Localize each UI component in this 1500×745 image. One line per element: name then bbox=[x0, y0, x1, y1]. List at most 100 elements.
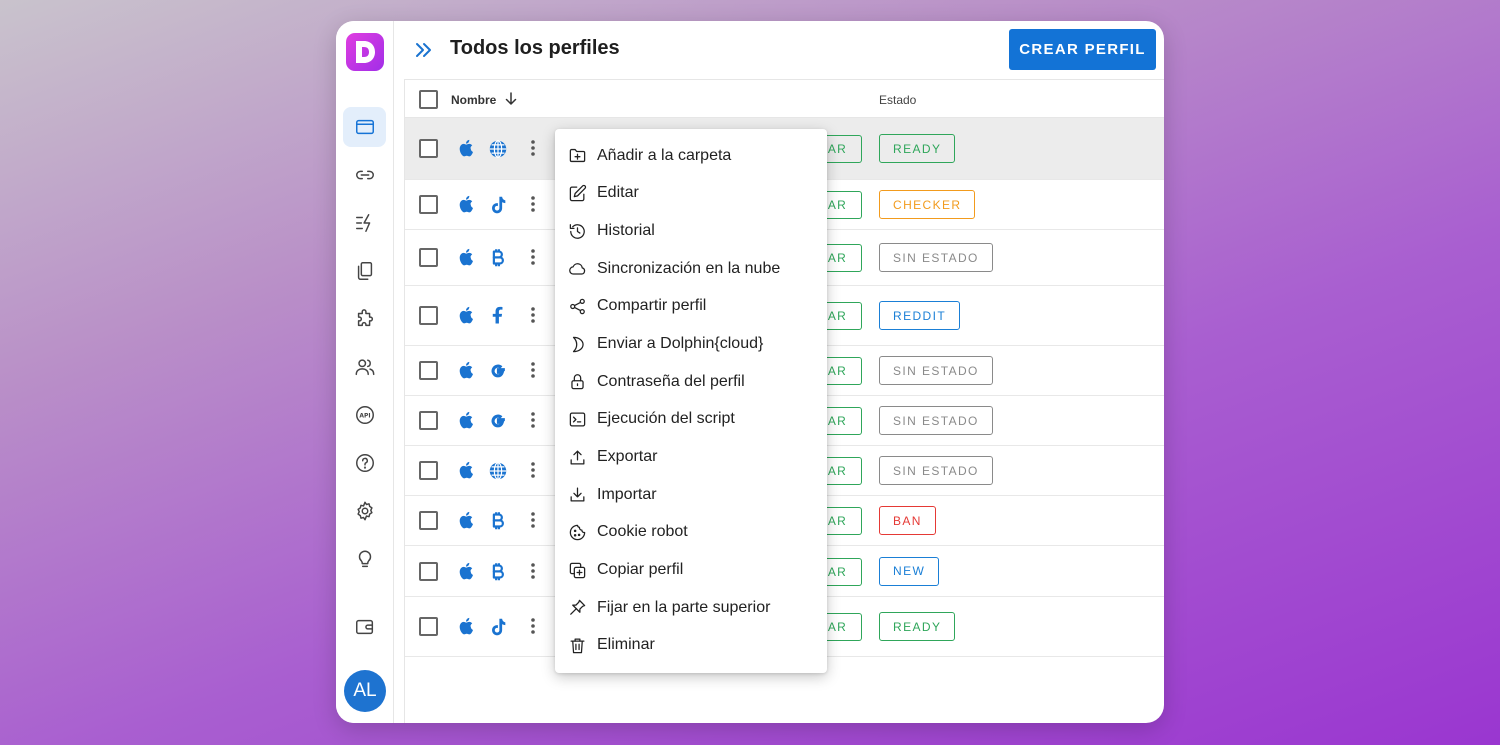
sort-arrow-down-icon[interactable] bbox=[503, 91, 519, 107]
more-options-icon[interactable] bbox=[523, 615, 543, 637]
row-checkbox[interactable] bbox=[419, 195, 438, 214]
tiktok-icon bbox=[492, 196, 506, 214]
row-checkbox[interactable] bbox=[419, 617, 438, 636]
menu-item-label: Fijar en la parte superior bbox=[597, 598, 771, 616]
menu-item-terminal[interactable]: Ejecución del script bbox=[555, 401, 827, 439]
menu-item-label: Ejecución del script bbox=[597, 410, 735, 428]
row-checkbox[interactable] bbox=[419, 139, 438, 158]
sidebar-item-settings[interactable] bbox=[343, 491, 386, 531]
bitcoin-icon bbox=[492, 512, 504, 530]
more-options-icon[interactable] bbox=[523, 509, 543, 531]
status-badge[interactable]: REDDIT bbox=[879, 301, 961, 330]
more-options-icon[interactable] bbox=[523, 409, 543, 431]
status-badge[interactable]: SIN ESTADO bbox=[879, 356, 993, 385]
link-icon bbox=[355, 170, 374, 180]
row-checkbox[interactable] bbox=[419, 561, 438, 581]
sidebar-item-templates[interactable] bbox=[343, 251, 386, 291]
menu-item-download[interactable]: Importar bbox=[555, 476, 827, 514]
share-icon bbox=[570, 298, 585, 315]
menu-item-edit[interactable]: Editar bbox=[555, 175, 827, 213]
more-options-icon[interactable] bbox=[523, 246, 543, 268]
status-badge[interactable]: SIN ESTADO bbox=[879, 406, 993, 435]
apple-icon bbox=[459, 139, 473, 157]
bitcoin-icon bbox=[492, 562, 504, 580]
terminal-icon bbox=[569, 412, 586, 427]
flash-list-icon bbox=[355, 214, 370, 232]
sidebar-item-help[interactable] bbox=[343, 443, 386, 483]
menu-item-label: Añadir a la carpeta bbox=[597, 146, 732, 164]
column-header-status[interactable]: Estado bbox=[879, 93, 916, 107]
globe-icon bbox=[489, 140, 507, 158]
apple-icon bbox=[459, 511, 473, 529]
status-badge[interactable]: NEW bbox=[879, 556, 940, 586]
status-badge[interactable]: SIN ESTADO bbox=[879, 456, 993, 485]
menu-item-label: Enviar a Dolphin{cloud} bbox=[597, 335, 764, 353]
google-icon bbox=[491, 364, 505, 378]
header: Todos los perfiles CREAR PERFIL bbox=[402, 21, 1164, 79]
menu-item-dolphin[interactable]: Enviar a Dolphin{cloud} bbox=[555, 325, 827, 363]
status-badge[interactable]: BAN bbox=[879, 506, 936, 535]
wallet-icon bbox=[355, 619, 373, 635]
sidebar-item-team[interactable] bbox=[343, 347, 386, 387]
menu-item-pin[interactable]: Fijar en la parte superior bbox=[555, 589, 827, 627]
menu-item-label: Copiar perfil bbox=[597, 561, 684, 579]
expand-sidebar-icon[interactable] bbox=[412, 38, 436, 62]
users-icon bbox=[355, 359, 374, 376]
lock-icon bbox=[571, 374, 584, 390]
dolphin-logo-icon bbox=[356, 41, 375, 63]
facebook-icon bbox=[492, 306, 503, 324]
menu-item-lock[interactable]: Contraseña del perfil bbox=[555, 363, 827, 401]
download-icon bbox=[570, 487, 585, 502]
select-all-checkbox[interactable] bbox=[419, 90, 438, 109]
menu-item-label: Importar bbox=[597, 485, 657, 503]
menu-item-trash[interactable]: Eliminar bbox=[555, 627, 827, 665]
sidebar-item-tips[interactable] bbox=[343, 539, 386, 579]
menu-item-cloud[interactable]: Sincronización en la nube bbox=[555, 250, 827, 288]
row-checkbox[interactable] bbox=[419, 361, 438, 380]
status-badge[interactable]: CHECKER bbox=[879, 190, 976, 219]
sidebar-item-links[interactable] bbox=[343, 155, 386, 195]
sidebar-item-wallet[interactable] bbox=[343, 607, 386, 647]
row-checkbox[interactable] bbox=[419, 511, 438, 530]
menu-item-label: Sincronización en la nube bbox=[597, 259, 781, 277]
sidebar-item-api[interactable]: API bbox=[343, 395, 386, 435]
help-icon bbox=[355, 454, 374, 472]
status-badge[interactable]: READY bbox=[879, 134, 956, 163]
more-options-icon[interactable] bbox=[523, 459, 543, 481]
menu-item-share[interactable]: Compartir perfil bbox=[555, 288, 827, 326]
tiktok-icon bbox=[492, 618, 506, 636]
row-checkbox[interactable] bbox=[419, 248, 438, 267]
status-badge[interactable]: READY bbox=[879, 612, 956, 641]
menu-item-history[interactable]: Historial bbox=[555, 212, 827, 250]
sidebar-item-extensions[interactable] bbox=[343, 299, 386, 339]
profile-context-menu: Añadir a la carpeta Editar Historial Sincro… bbox=[555, 129, 827, 673]
dolphin-icon bbox=[572, 336, 584, 352]
more-options-icon[interactable] bbox=[523, 137, 543, 159]
row-checkbox[interactable] bbox=[419, 306, 438, 325]
menu-item-cookie[interactable]: Cookie robot bbox=[555, 514, 827, 552]
menu-item-folder-plus[interactable]: Añadir a la carpeta bbox=[555, 137, 827, 175]
menu-item-upload[interactable]: Exportar bbox=[555, 438, 827, 476]
menu-item-copy[interactable]: Copiar perfil bbox=[555, 551, 827, 589]
menu-item-label: Historial bbox=[597, 222, 655, 240]
menu-item-label: Exportar bbox=[597, 448, 658, 466]
history-icon bbox=[569, 223, 585, 239]
more-options-icon[interactable] bbox=[523, 359, 543, 381]
more-options-icon[interactable] bbox=[523, 560, 543, 582]
sidebar-item-profiles[interactable] bbox=[343, 107, 386, 147]
row-checkbox[interactable] bbox=[419, 461, 438, 480]
more-options-icon[interactable] bbox=[523, 304, 543, 326]
row-checkbox[interactable] bbox=[419, 411, 438, 430]
status-badge[interactable]: SIN ESTADO bbox=[879, 243, 993, 272]
table-header: Nombre Estado bbox=[405, 80, 1164, 118]
sidebar-item-automation[interactable] bbox=[343, 203, 386, 243]
sidebar: API AL bbox=[336, 21, 394, 723]
apple-icon bbox=[459, 306, 473, 324]
dolphin-logo[interactable] bbox=[346, 33, 384, 71]
more-options-icon[interactable] bbox=[523, 193, 543, 215]
menu-item-label: Contraseña del perfil bbox=[597, 372, 745, 390]
apple-icon bbox=[459, 617, 473, 635]
column-header-name[interactable]: Nombre bbox=[451, 93, 496, 107]
user-avatar[interactable]: AL bbox=[344, 670, 386, 712]
create-profile-button[interactable]: CREAR PERFIL bbox=[1009, 29, 1156, 70]
